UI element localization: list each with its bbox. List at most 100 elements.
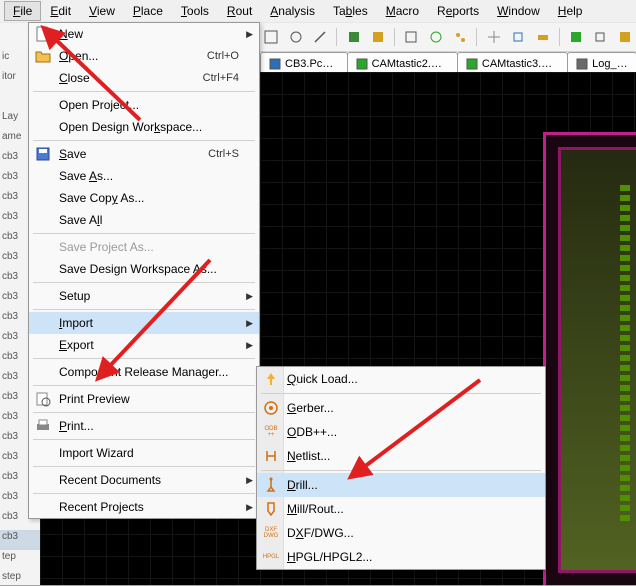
menu-item-label: Save As... <box>59 169 113 183</box>
submenu-arrow-icon: ▶ <box>246 291 253 302</box>
menu-item-label: Export <box>59 338 94 352</box>
menu-item-open-design-workspace[interactable]: Open Design Workspace... <box>29 116 259 138</box>
menubar-item-file[interactable]: File <box>4 1 41 21</box>
toolbar-btn-6[interactable] <box>400 25 422 49</box>
menu-item-import-wizard[interactable]: Import Wizard <box>29 442 259 464</box>
submenu-item-odb[interactable]: ODB ++ODB++... <box>257 420 545 444</box>
toolbar-btn-12[interactable] <box>565 25 587 49</box>
menu-item-label: New <box>59 27 83 41</box>
menu-item-recent-documents[interactable]: Recent Documents▶ <box>29 469 259 491</box>
toolbar-btn-4[interactable] <box>342 25 364 49</box>
menubar-item-tools[interactable]: Tools <box>172 1 218 21</box>
doc-tab[interactable]: CAMtastic3.Cam * <box>457 52 568 74</box>
menu-item-open[interactable]: Open... Ctrl+O <box>29 45 259 67</box>
toolbar-btn-1[interactable] <box>260 25 282 49</box>
menubar-item-help[interactable]: Help <box>549 1 592 21</box>
menu-separator <box>33 466 255 467</box>
panel-row[interactable]: tep <box>0 550 40 570</box>
submenu-item-drill[interactable]: Drill... <box>257 473 545 497</box>
menu-item-component-release-manager[interactable]: Component Release Manager... <box>29 361 259 383</box>
menu-item-label: Save Design Workspace As... <box>59 262 217 276</box>
dxf-icon: DXF DWG <box>261 524 281 542</box>
menu-item-label: Drill... <box>287 478 318 492</box>
panel-row[interactable]: step <box>0 570 40 586</box>
submenu-item-dxf-dwg[interactable]: DXF DWGDXF/DWG... <box>257 521 545 545</box>
panel-row[interactable]: cb3 <box>0 530 40 550</box>
quickload-icon <box>261 370 281 388</box>
submenu-arrow-icon: ▶ <box>246 340 253 351</box>
toolbar-sep-2 <box>394 28 395 46</box>
menu-separator <box>33 233 255 234</box>
menu-item-close[interactable]: CloseCtrl+F4 <box>29 67 259 89</box>
menubar-item-rout[interactable]: Rout <box>218 1 261 21</box>
menu-item-label: Print... <box>59 419 94 433</box>
toolbar-btn-10[interactable] <box>507 25 529 49</box>
submenu-item-netlist[interactable]: Netlist... <box>257 444 545 468</box>
menu-item-label: Component Release Manager... <box>59 365 228 379</box>
odb-icon: ODB ++ <box>261 423 281 441</box>
menu-shortcut: Ctrl+O <box>207 50 239 62</box>
menu-item-save-all[interactable]: Save All <box>29 209 259 231</box>
menu-item-save-project-as: Save Project As... <box>29 236 259 258</box>
submenu-item-gerber[interactable]: Gerber... <box>257 396 545 420</box>
toolbar-btn-9[interactable] <box>482 25 504 49</box>
gerber-icon <box>261 399 281 417</box>
toolbar-btn-13[interactable] <box>589 25 611 49</box>
menubar-item-view[interactable]: View <box>80 1 124 21</box>
toolbar-sep-4 <box>559 28 560 46</box>
drill-icon <box>261 476 281 494</box>
submenu-arrow-icon: ▶ <box>246 475 253 486</box>
document-icon <box>466 58 478 70</box>
menubar-item-place[interactable]: Place <box>124 1 172 21</box>
submenu-item-mill-rout[interactable]: Mill/Rout... <box>257 497 545 521</box>
toolbar-btn-14[interactable] <box>614 25 636 49</box>
submenu-item-quick-load[interactable]: Quick Load... <box>257 367 545 391</box>
menu-item-save-design-workspace-as[interactable]: Save Design Workspace As... <box>29 258 259 280</box>
import-submenu: Quick Load... Gerber...ODB ++ODB++...Netl… <box>256 366 546 570</box>
file-menu-dropdown: New ▶ Open... Ctrl+O CloseCtrl+F4 Open Projec… <box>28 22 260 519</box>
mill-icon <box>261 500 281 518</box>
doc-tab[interactable]: CAMtastic2.Cam * <box>347 52 458 74</box>
open-icon <box>33 48 53 64</box>
menu-item-open-project[interactable]: Open Project... <box>29 94 259 116</box>
doc-tab-label: CB3.PcbDoc <box>285 58 339 70</box>
menubar: FileEditViewPlaceToolsRoutAnalysisTables… <box>0 0 636 22</box>
menu-item-save-copy-as[interactable]: Save Copy As... <box>29 187 259 209</box>
menubar-item-tables[interactable]: Tables <box>324 1 377 21</box>
menubar-item-window[interactable]: Window <box>488 1 549 21</box>
menu-item-label: Open... <box>59 49 98 63</box>
menu-item-setup[interactable]: Setup ▶ <box>29 285 259 307</box>
menubar-item-macro[interactable]: Macro <box>377 1 428 21</box>
toolbar-btn-11[interactable] <box>531 25 553 49</box>
menu-separator <box>33 385 255 386</box>
menu-shortcut: Ctrl+S <box>208 148 239 160</box>
menu-item-print-preview[interactable]: Print Preview <box>29 388 259 410</box>
menu-item-label: Import Wizard <box>59 446 134 460</box>
menu-item-print[interactable]: Print... <box>29 415 259 437</box>
toolbar-btn-7[interactable] <box>425 25 447 49</box>
toolbar-btn-3[interactable] <box>309 25 331 49</box>
menu-separator <box>261 470 541 471</box>
menu-item-label: Open Project... <box>59 98 139 112</box>
menu-item-save-as[interactable]: Save As... <box>29 165 259 187</box>
menu-item-label: Print Preview <box>59 392 130 406</box>
menu-item-recent-projects[interactable]: Recent Projects▶ <box>29 496 259 518</box>
toolbar-btn-2[interactable] <box>284 25 306 49</box>
menu-item-label: HPGL/HPGL2... <box>287 550 372 564</box>
submenu-arrow-icon: ▶ <box>246 29 253 40</box>
submenu-item-hpgl-hpgl[interactable]: HPGLHPGL/HPGL2... <box>257 545 545 569</box>
doc-tab[interactable]: CB3.PcbDoc <box>260 52 348 74</box>
menubar-item-analysis[interactable]: Analysis <box>261 1 324 21</box>
menubar-item-reports[interactable]: Reports <box>428 1 488 21</box>
menu-item-export[interactable]: Export ▶ <box>29 334 259 356</box>
menu-separator <box>33 140 255 141</box>
toolbar-btn-5[interactable] <box>367 25 389 49</box>
doc-tab[interactable]: Log_201 <box>567 52 636 74</box>
menu-item-import[interactable]: Import▶ <box>29 312 259 334</box>
menu-item-save[interactable]: SaveCtrl+S <box>29 143 259 165</box>
toolbar-sep <box>336 28 337 46</box>
toolbar-btn-8[interactable] <box>449 25 471 49</box>
menubar-item-edit[interactable]: Edit <box>41 1 80 21</box>
menu-item-label: Setup <box>59 289 90 303</box>
menu-item-new[interactable]: New ▶ <box>29 23 259 45</box>
